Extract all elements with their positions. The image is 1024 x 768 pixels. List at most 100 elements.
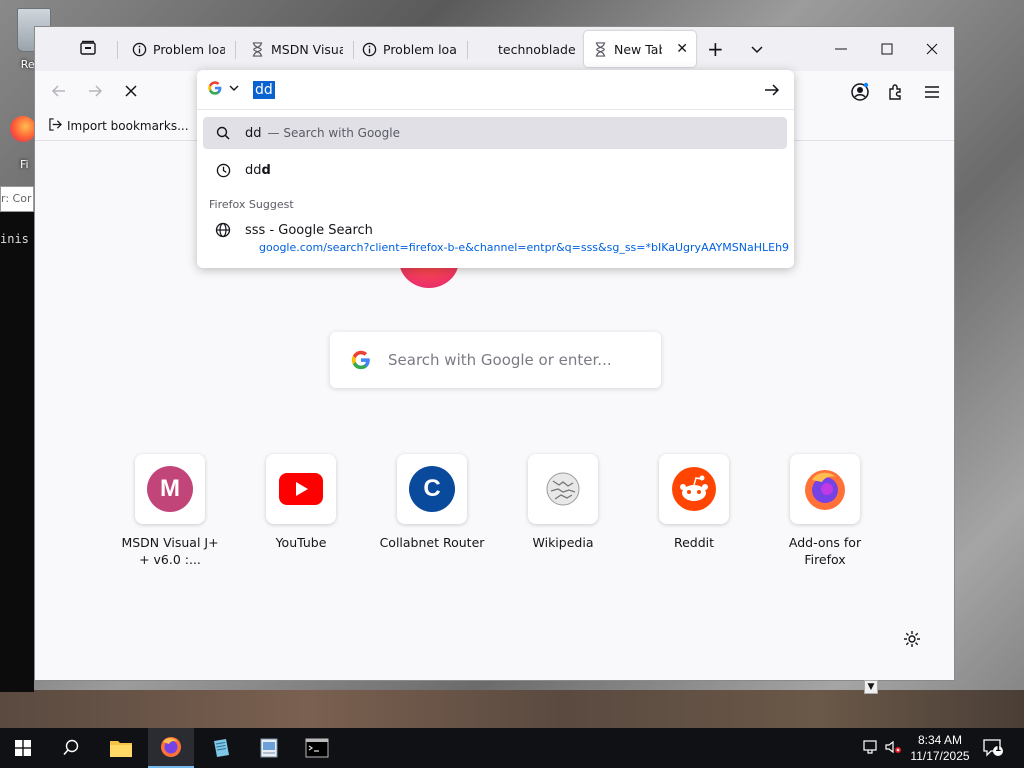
hourglass-icon (592, 41, 608, 57)
firefox-icon (10, 116, 36, 142)
firefox-view-icon (80, 40, 96, 55)
search-icon (215, 125, 231, 141)
globe-icon (215, 222, 231, 238)
windows-taskbar: 8:34 AM 11/17/2025 1 (0, 728, 1024, 768)
urlbar-result-history[interactable]: dd d (203, 154, 787, 186)
terminal-icon (305, 738, 329, 758)
taskbar-clock[interactable]: 8:34 AM 11/17/2025 (904, 732, 976, 764)
result-action-text: — Search with Google (267, 126, 400, 140)
back-button[interactable] (49, 81, 69, 101)
wikipedia-globe-icon (546, 472, 580, 506)
list-all-tabs-button[interactable] (749, 41, 765, 57)
tab-new-tab[interactable]: New Tab ✕ (584, 31, 696, 67)
app-menu-button[interactable] (921, 81, 943, 103)
taskbar-app-notepad[interactable] (198, 728, 244, 768)
top-site-label: Wikipedia (532, 535, 594, 550)
chevron-down-icon: ▼ (867, 682, 875, 692)
info-icon (361, 41, 377, 57)
suggest-title: sss - Google Search (245, 222, 373, 238)
tab-separator (235, 41, 236, 59)
background-window-input[interactable]: r: Cor (0, 186, 34, 212)
urlbar-popup: dd dd — Search with Google dd d Firefox S… (197, 70, 794, 268)
search-engine-selector[interactable] (207, 80, 239, 96)
tab-title: Problem load (153, 41, 225, 57)
top-site-reddit[interactable]: Reddit (639, 454, 749, 551)
urlbar-input-row[interactable]: dd (197, 70, 794, 110)
account-icon (851, 82, 869, 101)
forward-button[interactable] (85, 81, 105, 101)
windows-logo-icon (15, 740, 31, 756)
history-clock-icon (215, 162, 231, 178)
network-tray-icon[interactable] (862, 738, 880, 756)
ntp-search-input[interactable] (388, 351, 648, 369)
clock-date: 11/17/2025 (910, 749, 970, 763)
top-site-label: Collabnet Router (379, 535, 485, 550)
top-site-tile: C (397, 454, 467, 524)
urlbar-result-suggest[interactable]: sss - Google Search google.com/search?cl… (203, 218, 789, 260)
search-icon (63, 739, 79, 756)
taskbar-file-explorer[interactable] (98, 728, 144, 768)
top-site-addons[interactable]: Add-ons for Firefox (770, 454, 880, 568)
minimize-button[interactable] (831, 39, 851, 59)
folder-icon (110, 741, 132, 757)
tab-separator (467, 41, 468, 59)
close-tab-icon[interactable]: ✕ (676, 41, 688, 57)
clock-time: 8:34 AM (917, 733, 963, 747)
stop-icon (125, 85, 137, 97)
command-prompt-window[interactable] (0, 186, 34, 692)
top-site-label: Add-ons for Firefox (788, 535, 862, 567)
tab-problem-loading-2[interactable]: Problem load (353, 31, 465, 67)
tab-title: Problem load (383, 41, 457, 57)
chevron-down-icon (751, 46, 763, 54)
action-center-button[interactable]: 1 (982, 738, 1004, 758)
top-site-label: MSDN Visual J+ + v6.0 :... (121, 535, 219, 567)
tab-problem-loading-1[interactable]: Problem load (123, 31, 233, 67)
account-button[interactable] (849, 81, 871, 103)
firefox-addons-icon (805, 470, 845, 510)
result-query-text: dd (245, 125, 262, 141)
urlbar-input[interactable]: dd (253, 81, 275, 99)
tab-technobladen[interactable]: technobladen (490, 31, 584, 67)
maximize-button[interactable] (877, 39, 897, 59)
result-history-bold-text: d (261, 162, 271, 178)
google-icon (351, 350, 370, 370)
taskbar-app-paint[interactable] (246, 728, 292, 768)
customize-new-tab-button[interactable] (903, 630, 921, 648)
firefox-view-button[interactable] (79, 39, 103, 61)
hourglass-icon (249, 41, 265, 57)
taskbar-search-button[interactable] (48, 728, 94, 768)
top-site-wikipedia[interactable]: Wikipedia (508, 454, 618, 551)
network-icon (863, 740, 877, 754)
top-site-label: YouTube (275, 535, 327, 550)
new-tab-button[interactable]: + (707, 39, 724, 59)
reddit-icon (672, 467, 716, 511)
speaker-muted-icon (885, 740, 901, 754)
maximize-icon (881, 43, 893, 55)
close-window-button[interactable] (922, 39, 942, 59)
hamburger-menu-icon (925, 86, 939, 98)
notification-count: 1 (995, 744, 1002, 754)
top-site-label: Reddit (673, 535, 715, 550)
top-site-tile (266, 454, 336, 524)
tab-title: New Tab (614, 41, 663, 57)
go-arrow-icon[interactable] (763, 81, 781, 99)
chevron-down-icon (229, 85, 239, 91)
firefox-suggest-heading: Firefox Suggest (209, 198, 294, 211)
scroll-down-button[interactable]: ▼ (864, 680, 878, 694)
urlbar-result-search[interactable]: dd — Search with Google (203, 117, 787, 149)
taskbar-firefox[interactable] (148, 728, 194, 768)
stop-button[interactable] (121, 81, 141, 101)
top-site-collabnet[interactable]: C Collabnet Router (377, 454, 487, 551)
top-site-msdn[interactable]: M MSDN Visual J+ + v6.0 :... (115, 454, 225, 568)
import-bookmarks-button[interactable]: Import bookmarks... (49, 118, 189, 134)
notepad-icon (214, 739, 229, 757)
extensions-button[interactable] (885, 81, 907, 103)
taskbar-command-prompt[interactable] (294, 728, 340, 768)
import-bookmarks-label: Import bookmarks... (67, 119, 189, 133)
ntp-search-box[interactable] (330, 332, 661, 388)
top-site-youtube[interactable]: YouTube (246, 454, 356, 551)
tab-msdn-visual[interactable]: MSDN Visual (241, 31, 351, 67)
start-button[interactable] (0, 728, 46, 768)
tab-title: technobladen (498, 41, 576, 57)
volume-tray-icon[interactable] (884, 738, 902, 756)
